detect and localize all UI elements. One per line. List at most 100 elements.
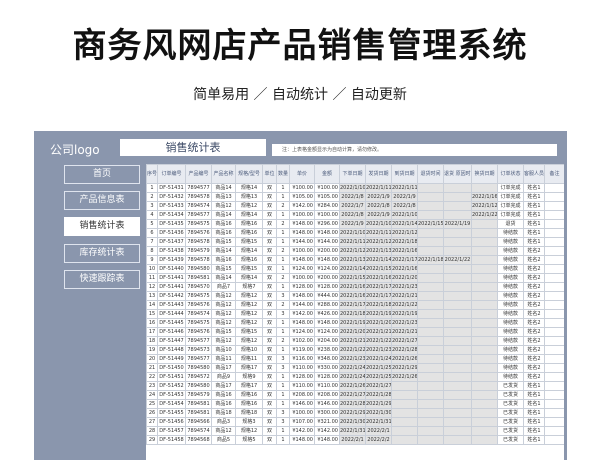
table-cell[interactable]: 待结款: [497, 273, 524, 283]
table-cell[interactable]: 双: [262, 246, 277, 256]
table-cell[interactable]: 2022/1/31: [339, 426, 366, 436]
table-cell[interactable]: 2: [276, 336, 290, 346]
table-cell[interactable]: 2022/1/17: [391, 255, 418, 265]
table-cell[interactable]: [544, 246, 564, 256]
table-cell[interactable]: [417, 183, 444, 193]
column-header[interactable]: 数量: [276, 164, 290, 184]
table-cell[interactable]: ¥296.00: [314, 219, 340, 229]
table-cell[interactable]: 双: [262, 309, 277, 319]
table-cell[interactable]: 2022/1/16: [391, 246, 418, 256]
table-cell[interactable]: DF-51443: [157, 300, 186, 310]
table-cell[interactable]: [443, 390, 472, 400]
table-cell[interactable]: ¥288.00: [314, 300, 340, 310]
table-cell[interactable]: [443, 363, 472, 373]
table-cell[interactable]: ¥100.00: [289, 273, 315, 283]
table-cell[interactable]: [391, 390, 418, 400]
table-cell[interactable]: [417, 309, 444, 319]
table-row[interactable]: 16 DF-51445 7894575 商品12 规格12 双 1 ¥148.00 ¥148.0…: [146, 318, 564, 328]
table-row[interactable]: 13 DF-51442 7894575 商品12 规格12 双 3 ¥148.00 ¥444.0…: [146, 291, 564, 301]
table-cell[interactable]: 商品16: [211, 390, 236, 400]
table-cell[interactable]: 7894581: [185, 408, 212, 418]
table-cell[interactable]: DF-51450: [157, 363, 186, 373]
sales-table-container[interactable]: 序号 订单编号 产品编号 产品名称 规格/型号 单位 数量 单价 金额 下单日期 发货日期 到货日期退…: [146, 164, 564, 460]
table-cell[interactable]: 7894579: [185, 390, 212, 400]
table-cell[interactable]: 待结款: [497, 228, 524, 238]
table-cell[interactable]: [544, 318, 564, 328]
nav-inventory-stats[interactable]: 库存统计表: [64, 244, 140, 263]
column-header[interactable]: 客服人员: [523, 164, 545, 184]
table-cell[interactable]: 2022/1/20: [365, 318, 392, 328]
table-cell[interactable]: 1: [276, 228, 290, 238]
table-cell[interactable]: ¥100.00: [314, 183, 340, 193]
table-cell[interactable]: 3: [276, 408, 290, 418]
table-cell[interactable]: 29: [146, 435, 158, 445]
table-cell[interactable]: 2022/1/18: [391, 237, 418, 247]
table-cell[interactable]: ¥142.00: [289, 201, 315, 211]
table-cell[interactable]: [443, 435, 472, 445]
table-cell[interactable]: 待结款: [497, 327, 524, 337]
table-cell[interactable]: ¥100.00: [289, 210, 315, 220]
table-cell[interactable]: 2022/1/23: [391, 282, 418, 292]
table-cell[interactable]: 1: [276, 399, 290, 409]
table-cell[interactable]: [417, 336, 444, 346]
table-cell[interactable]: 姓名1: [523, 426, 545, 436]
table-cell[interactable]: 7894574: [185, 426, 212, 436]
table-cell[interactable]: [544, 363, 564, 373]
table-cell[interactable]: ¥142.00: [289, 309, 315, 319]
table-cell[interactable]: ¥124.00: [314, 264, 340, 274]
table-cell[interactable]: ¥128.00: [289, 372, 315, 382]
table-cell[interactable]: 7894577: [185, 336, 212, 346]
table-cell[interactable]: 双: [262, 336, 277, 346]
table-cell[interactable]: [443, 228, 472, 238]
table-cell[interactable]: [544, 201, 564, 211]
table-cell[interactable]: 7894575: [185, 219, 212, 229]
table-row[interactable]: 9 DF-51439 7894578 商品16 规格16 双 1 ¥148.00 ¥148.00…: [146, 255, 564, 265]
table-cell[interactable]: 3: [276, 354, 290, 364]
table-cell[interactable]: 规格15: [235, 327, 263, 337]
table-cell[interactable]: [417, 282, 444, 292]
table-cell[interactable]: ¥148.00: [289, 318, 315, 328]
table-cell[interactable]: [471, 390, 498, 400]
table-cell[interactable]: [471, 183, 498, 193]
table-cell[interactable]: 2022/1/10: [391, 210, 418, 220]
table-cell[interactable]: ¥116.00: [289, 354, 315, 364]
column-header[interactable]: 发货日期: [365, 164, 392, 184]
table-row[interactable]: 21 DF-51450 7894580 商品17 规格17 双 3 ¥110.00 ¥330.0…: [146, 363, 564, 373]
table-cell[interactable]: [544, 264, 564, 274]
table-cell[interactable]: 订单完成: [497, 210, 524, 220]
table-cell[interactable]: 1: [276, 264, 290, 274]
table-cell[interactable]: 2022/1/18: [417, 255, 444, 265]
table-cell[interactable]: [417, 399, 444, 409]
table-cell[interactable]: 2022/1/24: [339, 372, 366, 382]
table-cell[interactable]: ¥146.00: [289, 399, 315, 409]
table-cell[interactable]: [544, 435, 564, 445]
table-cell[interactable]: 13: [146, 291, 158, 301]
table-cell[interactable]: ¥105.00: [314, 192, 340, 202]
table-cell[interactable]: 商品12: [211, 309, 236, 319]
table-cell[interactable]: [471, 264, 498, 274]
table-cell[interactable]: [417, 390, 444, 400]
table-cell[interactable]: 商品18: [211, 408, 236, 418]
table-cell[interactable]: [471, 219, 498, 229]
column-header[interactable]: 产品编号: [185, 164, 212, 184]
table-cell[interactable]: 双: [262, 237, 277, 247]
table-cell[interactable]: 7894578: [185, 255, 212, 265]
table-cell[interactable]: ¥100.00: [289, 183, 315, 193]
table-cell[interactable]: ¥128.00: [314, 372, 340, 382]
table-cell[interactable]: 7894574: [185, 201, 212, 211]
table-cell[interactable]: 待结款: [497, 345, 524, 355]
table-cell[interactable]: 姓名1: [523, 192, 545, 202]
table-cell[interactable]: ¥100.00: [289, 408, 315, 418]
table-cell[interactable]: 2022/1/16: [339, 282, 366, 292]
table-cell[interactable]: DF-51454: [157, 399, 186, 409]
table-cell[interactable]: 23: [146, 381, 158, 391]
table-cell[interactable]: 2022/1/15: [339, 273, 366, 283]
table-cell[interactable]: 规格12: [235, 336, 263, 346]
table-row[interactable]: 23 DF-51452 7894580 商品17 规格17 双 1 ¥110.00 ¥110.0…: [146, 381, 564, 391]
table-cell[interactable]: 姓名2: [523, 273, 545, 283]
table-cell[interactable]: 19: [146, 345, 158, 355]
table-cell[interactable]: 17: [146, 327, 158, 337]
table-cell[interactable]: ¥148.00: [289, 255, 315, 265]
table-cell[interactable]: [471, 399, 498, 409]
table-cell[interactable]: [471, 381, 498, 391]
